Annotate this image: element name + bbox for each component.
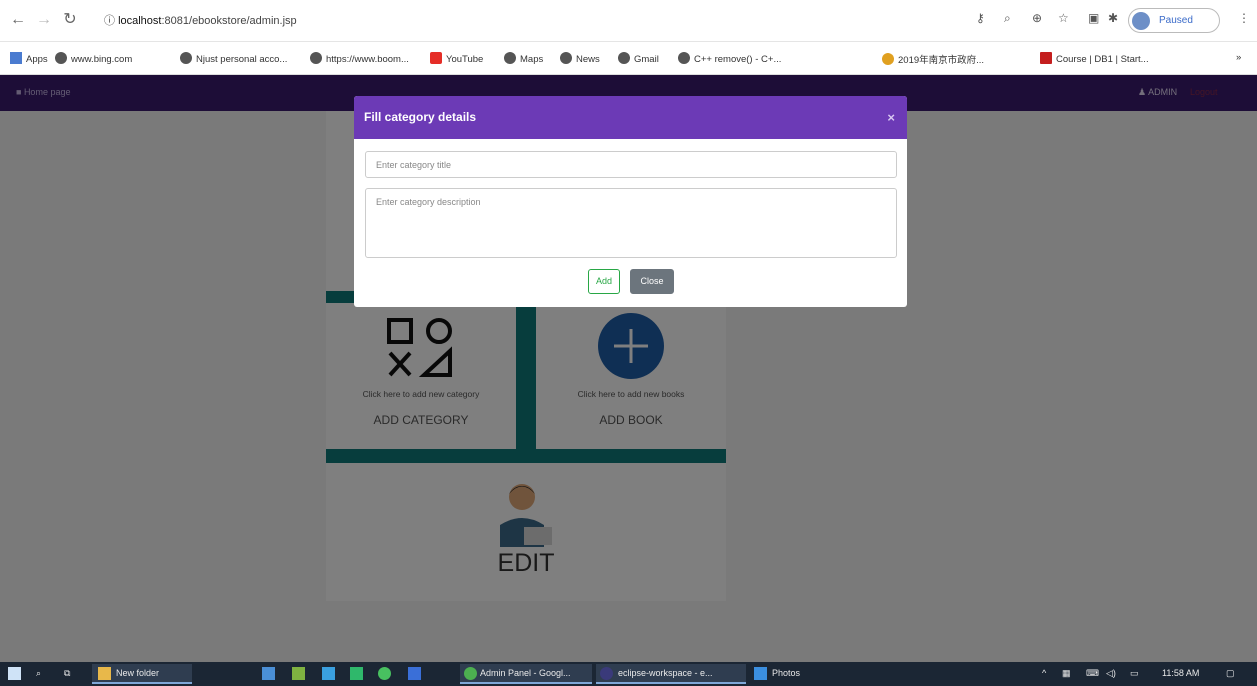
bookmark-item[interactable]: www.bing.com [55, 52, 132, 65]
app-icon[interactable] [322, 667, 335, 680]
address-bar[interactable]: ⓘ localhost:8081/ebookstore/admin.jsp [104, 9, 944, 33]
close-button[interactable]: Close [630, 269, 674, 294]
bookmark-item[interactable]: https://www.boom... [310, 52, 409, 65]
star-icon[interactable]: ☆ [1058, 11, 1069, 25]
search-icon[interactable]: ⌕ [36, 668, 41, 679]
chrome-icon [464, 667, 477, 680]
globe-icon [560, 52, 572, 64]
taskbar-item[interactable]: Photos [750, 664, 820, 684]
bookmark-item[interactable]: Njust personal acco... [180, 52, 287, 65]
app-icon[interactable] [408, 667, 421, 680]
star-icon [882, 53, 894, 65]
course-icon [1040, 52, 1052, 64]
globe-icon [180, 52, 192, 64]
taskbar-item[interactable]: eclipse-workspace - e... [596, 664, 746, 684]
category-modal: Fill category details × Enter category t… [354, 96, 907, 307]
bookmark-youtube[interactable]: YouTube [430, 52, 483, 65]
avatar [1132, 12, 1150, 30]
chrome-icon[interactable] [378, 667, 391, 680]
zoom-icon[interactable]: ⌕ [1004, 11, 1011, 26]
bookmark-item[interactable]: Gmail [618, 52, 659, 65]
bookmarks-bar: Apps www.bing.com Njust personal acco...… [0, 42, 1257, 75]
task-view-icon[interactable]: ⧉ [64, 668, 70, 679]
app-icon[interactable] [292, 667, 305, 680]
bookmark-item[interactable]: News [560, 52, 600, 65]
info-icon: ⓘ [104, 15, 115, 27]
windows-taskbar: ⌕ ⧉ New folder Admin Panel - Googl... ec… [0, 662, 1257, 686]
photos-icon [754, 667, 767, 680]
globe-icon [678, 52, 690, 64]
bookmark-item[interactable]: C++ remove() - C+... [678, 52, 781, 65]
modal-header: Fill category details × [354, 96, 907, 139]
ime-icon[interactable]: ⌨ [1086, 668, 1099, 679]
back-icon[interactable]: ← [8, 10, 28, 30]
volume-icon[interactable]: ◁) [1106, 668, 1116, 679]
reload-icon[interactable]: ↻ [60, 10, 80, 30]
chevron-up-icon[interactable]: ^ [1042, 668, 1046, 678]
app-icon[interactable] [262, 667, 275, 680]
translate-icon[interactable]: ⊕ [1032, 11, 1042, 25]
globe-icon [310, 52, 322, 64]
notification-icon[interactable]: ▢ [1226, 668, 1235, 679]
puzzle-icon[interactable]: ✱ [1108, 11, 1118, 25]
extension-icon[interactable]: ▣ [1088, 11, 1099, 25]
close-icon[interactable]: × [887, 96, 895, 139]
bookmarks-more-icon[interactable]: » [1236, 52, 1241, 63]
globe-icon [55, 52, 67, 64]
keyboard-icon[interactable]: ▭ [1130, 668, 1139, 679]
folder-icon [98, 667, 111, 680]
url-host: localhost [118, 15, 162, 27]
profile-button[interactable]: Paused [1128, 8, 1220, 33]
modal-title: Fill category details [364, 110, 477, 124]
bookmark-apps[interactable]: Apps [10, 52, 48, 65]
globe-icon [618, 52, 630, 64]
add-button[interactable]: Add [588, 269, 620, 294]
browser-toolbar: ← → ↻ ⓘ localhost:8081/ebookstore/admin.… [0, 0, 1257, 42]
app-icon[interactable] [350, 667, 363, 680]
eclipse-icon [600, 667, 613, 680]
category-description-placeholder: Enter category description [376, 197, 481, 207]
globe-icon [504, 52, 516, 64]
youtube-icon [430, 52, 442, 64]
category-description-textarea[interactable]: Enter category description [365, 188, 897, 258]
category-title-placeholder: Enter category title [376, 160, 452, 170]
apps-icon [10, 52, 22, 64]
taskbar-item[interactable]: New folder [92, 664, 192, 684]
category-title-input[interactable]: Enter category title [365, 151, 897, 178]
network-icon[interactable]: ▦ [1062, 668, 1071, 679]
profile-label: Paused [1159, 15, 1193, 26]
bookmark-item[interactable]: Maps [504, 52, 543, 65]
windows-start-icon[interactable] [8, 667, 21, 680]
forward-icon[interactable]: → [34, 10, 54, 30]
clock-time[interactable]: 11:58 AM [1162, 668, 1199, 678]
key-icon[interactable]: ⚷ [976, 11, 985, 25]
url-path: :8081/ebookstore/admin.jsp [161, 15, 297, 27]
taskbar-item-active[interactable]: Admin Panel - Googl... [460, 664, 592, 684]
bookmark-item[interactable]: 2019年南京市政府... [882, 52, 984, 66]
bookmark-item[interactable]: Course | DB1 | Start... [1040, 52, 1149, 65]
menu-icon[interactable]: ⋮ [1238, 11, 1250, 25]
